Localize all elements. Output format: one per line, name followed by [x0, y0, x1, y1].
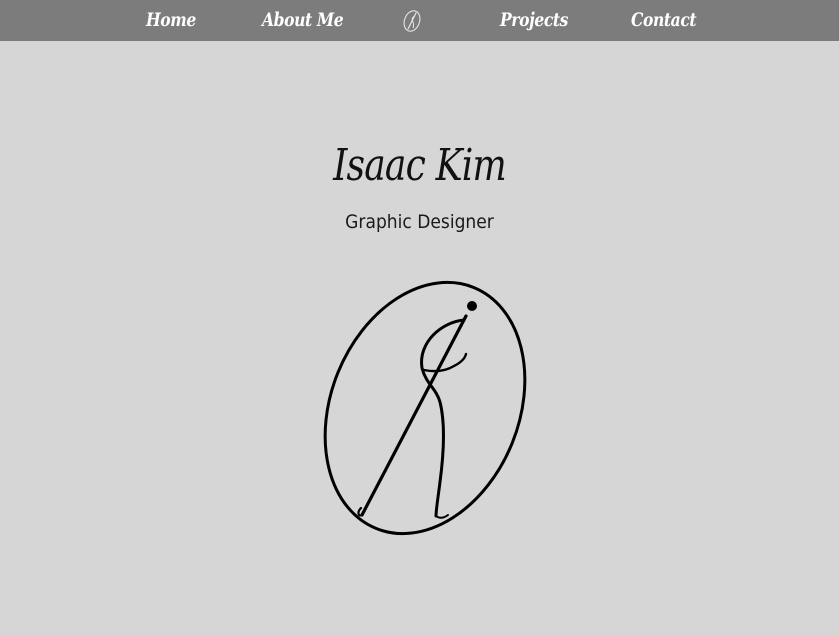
hero-name-heading: Isaac Kim: [333, 140, 507, 191]
nav-home-link[interactable]: Home: [146, 4, 196, 36]
nav-about-me-link[interactable]: About Me: [262, 4, 344, 36]
nav-projects-link[interactable]: Projects: [500, 4, 568, 36]
ik-monogram-icon[interactable]: [402, 9, 422, 33]
hero-role-subtitle: Graphic Designer: [345, 211, 494, 233]
ik-monogram-logo: [323, 280, 527, 536]
top-navbar: Home About Me Projects Contact: [0, 0, 839, 41]
nav-contact-link[interactable]: Contact: [631, 4, 697, 36]
